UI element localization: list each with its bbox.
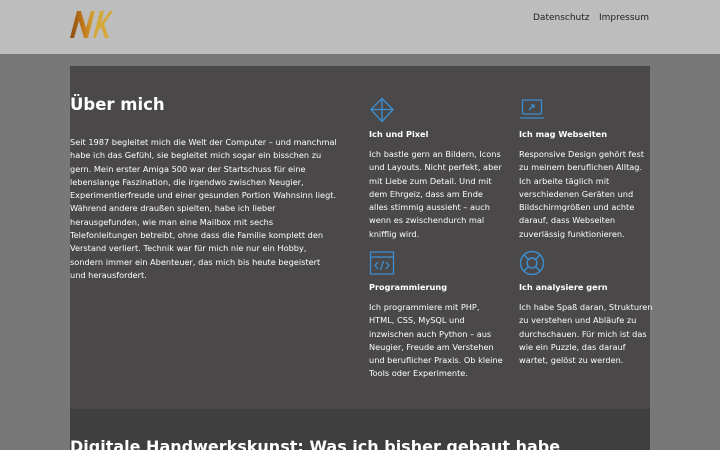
card-title: Ich mag Webseiten [519, 129, 608, 139]
nk-logo-icon [70, 11, 113, 38]
prism-icon [370, 97, 394, 123]
nav-impressum-link[interactable]: Impressum [599, 12, 649, 24]
about-title: Über mich [70, 95, 165, 114]
card-title: Ich und Pixel [369, 129, 429, 139]
nav-datenschutz-link[interactable]: Datenschutz [533, 12, 590, 24]
lifebuoy-icon [519, 250, 545, 276]
about-text: Seit 1987 begleitet mich die Welt der Co… [70, 137, 337, 280]
projects-title: Digitale Handwerkskunst: Was ich bisher … [70, 437, 561, 450]
laptop-icon [520, 99, 544, 119]
nk-logo[interactable] [69, 9, 113, 41]
site-header: Datenschutz Impressum [0, 0, 720, 54]
card-title: Programmierung [369, 282, 448, 292]
card-text: Ich bastle gern an Bildern, Icons und La… [369, 149, 502, 239]
card-title: Ich analysiere gern [519, 282, 608, 292]
card-text: Responsive Design gehört fest zu meinem … [519, 149, 644, 239]
card-text: Ich programmiere mit PHP, HTML, CSS, MyS… [369, 302, 503, 379]
card-text: Ich habe Spaß daran, Strukturen zu verst… [519, 302, 653, 366]
about-section: Über mich Seit 1987 begleitet mich die W… [70, 66, 652, 409]
code-window-icon [369, 251, 395, 275]
projects-section: Digitale Handwerkskunst: Was ich bisher … [70, 409, 650, 450]
